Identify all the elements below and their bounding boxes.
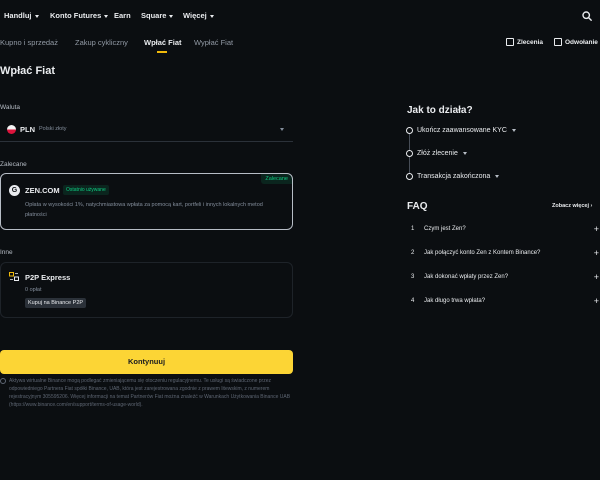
currency-select[interactable]: PLN Polski złoty — [0, 118, 293, 142]
refunds-label: Odwołanie — [565, 38, 598, 46]
nav-item-square[interactable]: Square — [141, 11, 174, 20]
nav-item-label: Square — [141, 11, 167, 20]
payment-method-name: P2P Express — [25, 273, 71, 282]
faq-item[interactable]: 1 Czym jest Zen? + — [407, 224, 599, 236]
payment-method-zen[interactable]: G ZEN.COM Ostatnio używane Zalecane Opła… — [0, 173, 293, 230]
step-place-order[interactable]: Złóż zlecenie — [406, 150, 467, 157]
faq-number: 3 — [411, 274, 415, 280]
step-transaction-complete[interactable]: Transakcja zakończona — [406, 173, 500, 180]
plus-icon: + — [593, 224, 599, 234]
refunds-link[interactable]: Odwołanie — [554, 38, 598, 46]
poland-flag-icon — [7, 125, 16, 134]
tab-zakup-cykliczny[interactable]: Zakup cykliczny — [75, 38, 128, 47]
plus-icon: + — [593, 296, 599, 306]
chevron-right-icon: › — [590, 203, 593, 209]
continue-button[interactable]: Kontynuuj — [0, 350, 293, 374]
faq-number: 2 — [411, 250, 415, 256]
chevron-down-icon — [511, 129, 516, 132]
nav-item-label: Konto Futures — [50, 11, 102, 20]
chevron-down-icon — [495, 175, 500, 178]
step-label: Ukończ zaawansowane KYC — [417, 127, 507, 134]
refund-icon — [554, 38, 562, 46]
currency-name: Polski złoty — [39, 126, 67, 132]
step-dot-icon — [406, 173, 413, 180]
nav-item-label: Więcej — [183, 11, 207, 20]
info-icon — [0, 378, 6, 384]
orders-label: Zlecenia — [517, 38, 544, 46]
nav-item-earn[interactable]: Earn — [114, 11, 131, 20]
step-label: Transakcja zakończona — [417, 173, 491, 180]
faq-item[interactable]: 4 Jak długo trwa wpłata? + — [407, 296, 599, 308]
active-tab-indicator — [157, 51, 167, 53]
chevron-down-icon — [280, 128, 284, 131]
step-dot-icon — [406, 150, 413, 157]
chevron-down-icon — [209, 14, 214, 18]
faq-number: 4 — [411, 298, 415, 304]
step-kyc[interactable]: Ukończ zaawansowane KYC — [406, 127, 516, 134]
plus-icon: + — [593, 248, 599, 258]
faq-question: Jak długo trwa wpłata? — [424, 298, 486, 304]
orders-icon — [506, 38, 514, 46]
p2p-icon — [9, 272, 19, 281]
chevron-down-icon — [104, 14, 109, 18]
search-icon[interactable] — [582, 11, 592, 21]
fee-text: 0 opłat — [25, 287, 42, 293]
faq-item[interactable]: 3 Jak dokonać wpłaty przez Zen? + — [407, 272, 599, 284]
zen-logo-icon: G — [9, 185, 20, 196]
recently-used-badge: Ostatnio używane — [63, 185, 109, 195]
sub-navigation: Kupno i sprzedaż Zakup cykliczny Wpłać F… — [0, 32, 600, 54]
nav-item-konto-futures[interactable]: Konto Futures — [50, 11, 109, 20]
payment-method-p2p-express[interactable]: P2P Express 0 opłat Kupuj na Binance P2P — [0, 262, 293, 318]
chevron-down-icon — [34, 14, 39, 18]
nav-item-label: Handluj — [4, 11, 32, 20]
nav-item-label: Earn — [114, 11, 131, 20]
other-label: Inne — [0, 249, 13, 256]
chevron-down-icon — [462, 152, 467, 155]
plus-icon: + — [593, 272, 599, 282]
faq-question: Jak dokonać wpłaty przez Zen? — [424, 274, 509, 280]
recommended-tag: Zalecane — [261, 174, 292, 184]
how-it-works-title: Jak to działa? — [407, 105, 473, 116]
see-more-label: Zobacz więcej — [552, 203, 589, 209]
nav-item-wiecej[interactable]: Więcej — [183, 11, 214, 20]
payment-method-name: ZEN.COM — [25, 186, 60, 195]
top-navigation: Handluj Konto Futures Earn Square Więcej — [0, 0, 600, 32]
tab-wyplac-fiat[interactable]: Wypłać Fiat — [194, 38, 233, 47]
faq-question: Jak połączyć konto Zen z Kontem Binance? — [424, 250, 541, 256]
disclaimer-text: Aktywa wirtualne Binance mogą podlegać z… — [9, 378, 291, 408]
currency-code: PLN — [20, 125, 35, 134]
step-label: Złóż zlecenie — [417, 150, 458, 157]
currency-label: Waluta — [0, 104, 20, 111]
faq-title: FAQ — [407, 201, 428, 212]
nav-item-handluj[interactable]: Handluj — [4, 11, 39, 20]
p2p-badge: Kupuj na Binance P2P — [25, 298, 87, 308]
page-title: Wpłać Fiat — [0, 65, 56, 77]
chevron-down-icon — [169, 14, 174, 18]
orders-link[interactable]: Zlecenia — [506, 38, 543, 46]
payment-method-description: Opłata w wysokości 1%, natychmiastowa wp… — [25, 202, 263, 218]
faq-number: 1 — [411, 226, 415, 232]
recommended-label: Zalecane — [0, 161, 27, 168]
faq-item[interactable]: 2 Jak połączyć konto Zen z Kontem Binanc… — [407, 248, 599, 260]
see-more-link[interactable]: Zobacz więcej › — [552, 203, 592, 209]
tab-wplac-fiat[interactable]: Wpłać Fiat — [144, 38, 182, 47]
tab-kupno-i-sprzedaz[interactable]: Kupno i sprzedaż — [0, 38, 58, 47]
faq-question: Czym jest Zen? — [424, 226, 466, 232]
step-dot-icon — [406, 127, 413, 134]
